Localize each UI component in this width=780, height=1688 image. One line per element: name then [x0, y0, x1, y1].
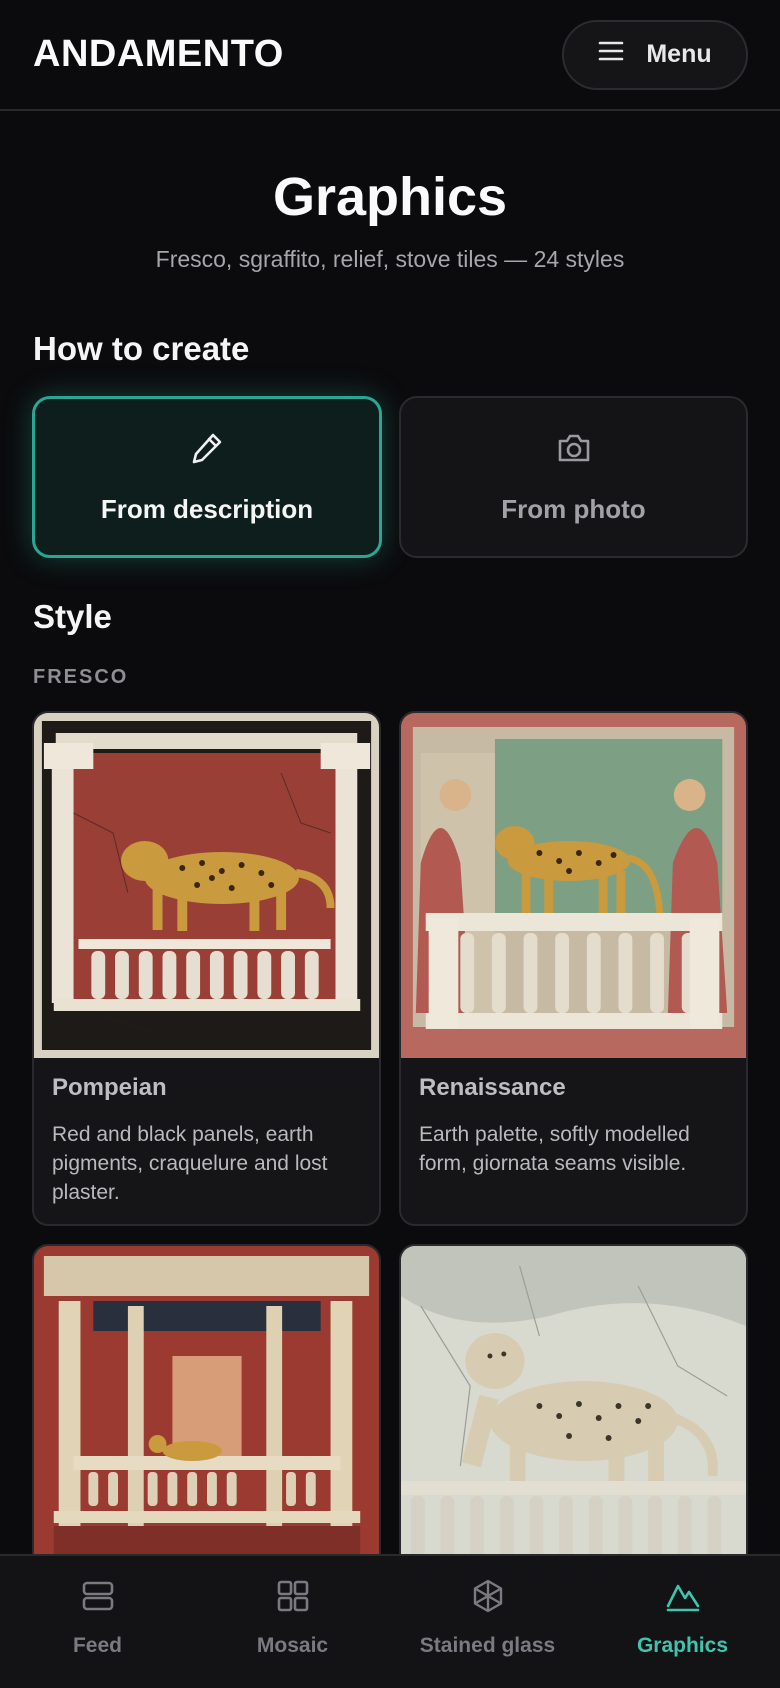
- page-title: Graphics: [272, 167, 508, 227]
- style-card-description: Earth palette, softly modelled form, gio…: [419, 1123, 690, 1175]
- tab-mosaic[interactable]: Mosaic: [195, 1556, 390, 1688]
- renaissance-fresco-image: [401, 713, 746, 1058]
- tab-feed[interactable]: Feed: [0, 1556, 195, 1688]
- tab-label: Stained glass: [419, 1634, 556, 1657]
- from-description-option[interactable]: From description: [32, 396, 382, 558]
- leopard-fresco-image: [401, 1246, 746, 1582]
- from-photo-label: From photo: [501, 494, 646, 524]
- how-to-create-heading: How to create: [33, 330, 250, 367]
- camera-icon: [555, 429, 593, 474]
- tab-stained-glass[interactable]: Stained glass: [390, 1556, 585, 1688]
- grid-icon: [275, 1578, 311, 1620]
- pompeian-fresco-image: [34, 713, 379, 1058]
- page-subtitle: Fresco, sgraffito, relief, stove tiles —…: [155, 246, 625, 272]
- menu-button[interactable]: Menu: [562, 19, 748, 90]
- hamburger-icon: [598, 40, 624, 69]
- menu-label: Menu: [646, 40, 712, 68]
- tab-label: Graphics: [636, 1634, 729, 1657]
- page-header: Graphics Fresco, sgraffito, relief, stov…: [0, 170, 780, 273]
- brand-logo[interactable]: ANDAMENTO: [33, 33, 284, 76]
- mountain-icon: [665, 1578, 701, 1620]
- app-root: ANDAMENTO Menu Graphics Fresco, sgraffit…: [0, 0, 780, 1688]
- tab-graphics[interactable]: Graphics: [585, 1556, 780, 1688]
- style-card-description: Red and black panels, earth pigments, cr…: [52, 1123, 328, 1204]
- tab-label: Mosaic: [256, 1634, 329, 1657]
- card-body: Renaissance Earth palette, softly modell…: [401, 1058, 746, 1178]
- loggia-fresco-image: [34, 1246, 379, 1582]
- pencil-icon: [188, 429, 226, 474]
- top-bar: ANDAMENTO Menu: [0, 0, 780, 111]
- stained-glass-icon: [470, 1578, 506, 1620]
- style-card-renaissance[interactable]: Renaissance Earth palette, softly modell…: [399, 711, 748, 1226]
- style-card-pompeian[interactable]: Pompeian Red and black panels, earth pig…: [32, 711, 381, 1226]
- tab-label: Feed: [72, 1634, 122, 1657]
- from-description-label: From description: [100, 494, 314, 524]
- feed-icon: [80, 1578, 116, 1620]
- fresco-group-label: FRESCO: [33, 666, 129, 688]
- style-card-3[interactable]: [32, 1244, 381, 1584]
- from-photo-option[interactable]: From photo: [399, 396, 748, 558]
- bottom-tab-bar: Feed Mosaic Stained glass Graphics: [0, 1554, 780, 1688]
- style-card-4[interactable]: [399, 1244, 748, 1584]
- style-card-name: Renaissance: [419, 1074, 566, 1101]
- card-body: Pompeian Red and black panels, earth pig…: [34, 1058, 379, 1207]
- style-card-name: Pompeian: [52, 1074, 167, 1101]
- style-heading: Style: [33, 598, 112, 635]
